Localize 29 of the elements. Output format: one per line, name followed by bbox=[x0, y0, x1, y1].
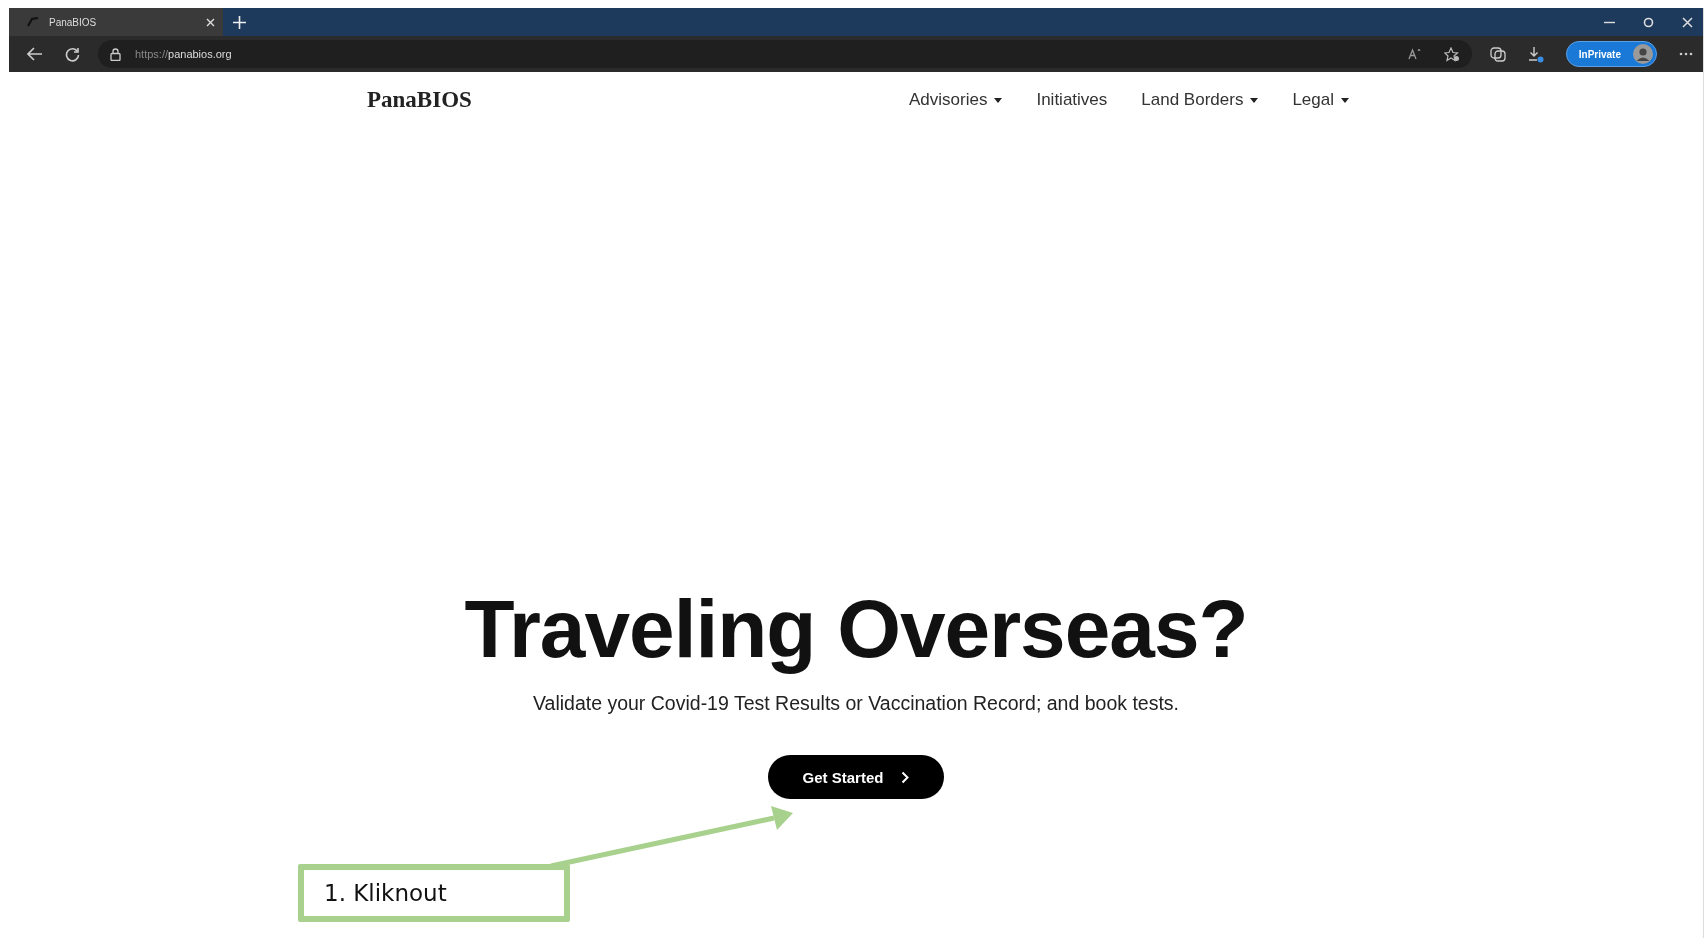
nav-link[interactable]: Legal bbox=[1292, 90, 1349, 110]
annotation-box: 1. Kliknout bbox=[298, 864, 570, 922]
nav-link[interactable]: Initiatives bbox=[1036, 90, 1108, 110]
lock-icon bbox=[110, 47, 121, 61]
favicon-icon bbox=[27, 17, 39, 27]
close-icon[interactable] bbox=[1682, 16, 1693, 28]
refresh-icon[interactable] bbox=[65, 46, 80, 62]
collections-icon[interactable] bbox=[1489, 46, 1506, 62]
read-aloud-icon[interactable] bbox=[1407, 48, 1422, 60]
browser-tab[interactable]: PanaBIOS bbox=[9, 8, 223, 36]
restore-icon[interactable] bbox=[1643, 16, 1654, 28]
inprivate-button[interactable]: InPrivate bbox=[1565, 41, 1657, 67]
more-icon[interactable] bbox=[1679, 52, 1693, 56]
chevron-icon bbox=[901, 770, 910, 784]
url-text: https://panabios.org bbox=[135, 48, 232, 60]
get-started-button[interactable]: Get Started bbox=[768, 755, 944, 799]
avatar-icon bbox=[1633, 44, 1653, 64]
nav-link[interactable]: Land Borders bbox=[1141, 90, 1259, 110]
site-logo[interactable]: PanaBIOS bbox=[367, 87, 472, 113]
star-icon[interactable] bbox=[1443, 46, 1460, 62]
plus-icon[interactable] bbox=[233, 15, 246, 29]
address-bar[interactable]: https://panabios.org bbox=[98, 40, 1472, 68]
nav-link[interactable]: Advisories bbox=[909, 90, 1003, 110]
tab-title: PanaBIOS bbox=[49, 16, 98, 28]
close-icon[interactable] bbox=[206, 17, 215, 27]
download-icon[interactable] bbox=[1527, 45, 1544, 63]
minimize-icon[interactable] bbox=[1604, 20, 1615, 24]
hero-subtitle: Validate your Covid-19 Test Results or Vaccination Record; and book tests. bbox=[533, 692, 1179, 715]
back-icon[interactable] bbox=[27, 47, 43, 61]
